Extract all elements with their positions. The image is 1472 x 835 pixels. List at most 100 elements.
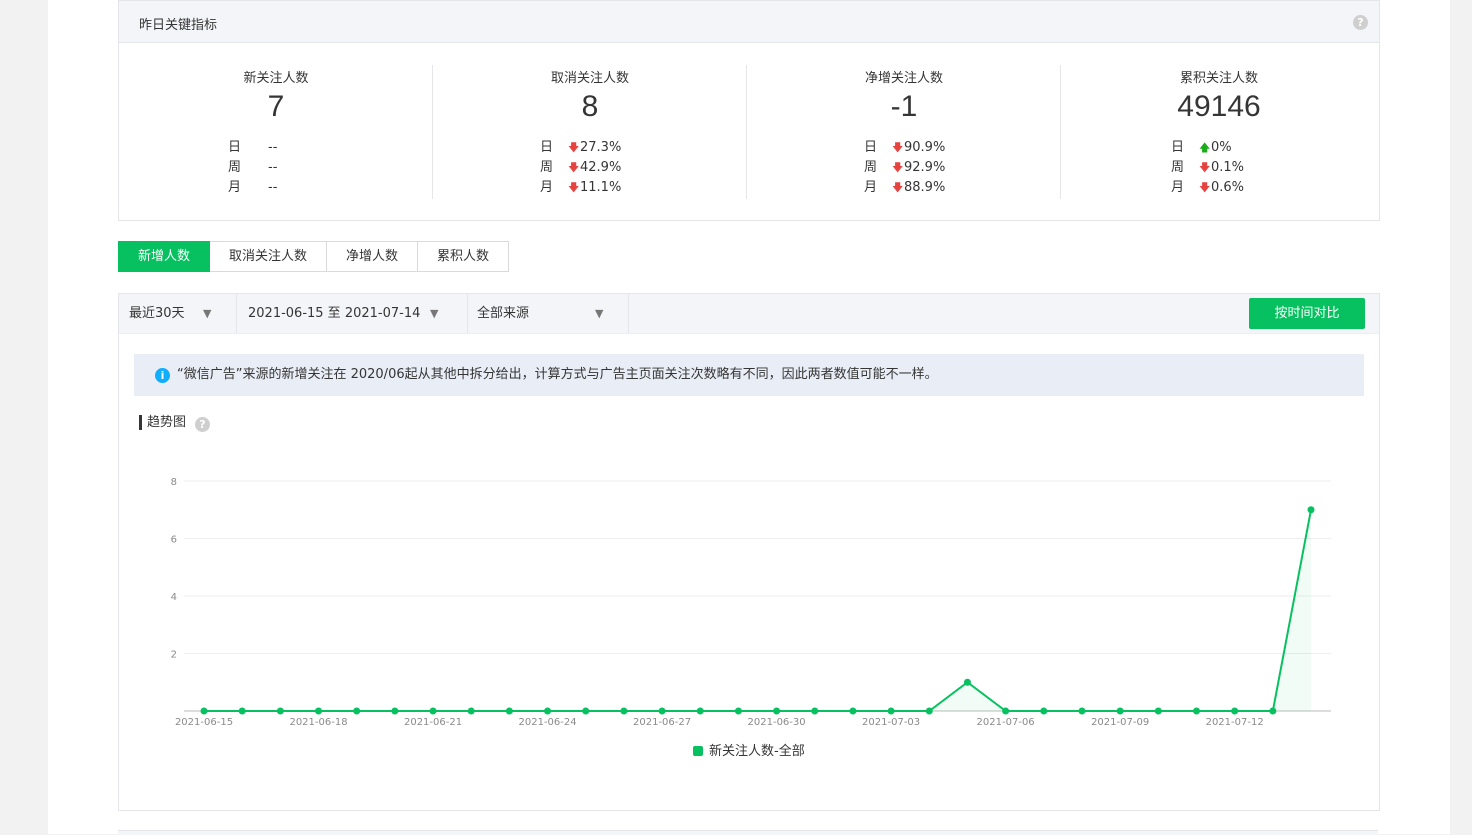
chart-panel: 最近30天 ▼ 2021-06-15 至 2021-07-14 ▼ 全部来源 ▼…: [118, 293, 1380, 811]
key-metrics-title: 昨日关键指标: [139, 18, 218, 33]
data-point: [658, 707, 666, 715]
legend-swatch: [693, 746, 703, 756]
kpi-label: 取消关注人数: [550, 71, 629, 86]
data-point: [315, 707, 323, 715]
data-point: [1154, 707, 1162, 715]
change-value: 11.1%: [580, 180, 622, 195]
kpi-change-row: 月 🡇11.1%: [540, 178, 621, 198]
key-metrics-panel: 昨日关键指标 ? 新关注人数 7 日 -- 周 -- 月 -- 取消关注人数 8 日 🡇27.3% 周 🡇…: [118, 0, 1380, 221]
kpi-change-list: 日 🡇27.3% 周 🡇42.9% 月 🡇11.1%: [540, 138, 621, 198]
period-label: 周: [228, 160, 242, 175]
period-label: 日: [228, 140, 242, 155]
data-point: [1002, 707, 1010, 715]
compare-by-time-button[interactable]: 按时间对比: [1249, 298, 1365, 329]
date-range-value: 2021-06-15 至 2021-07-14: [248, 306, 421, 321]
help-icon[interactable]: ?: [1353, 15, 1368, 30]
data-point: [467, 707, 475, 715]
source-select[interactable]: 全部来源 ▼: [467, 294, 629, 333]
main-panel: 昨日关键指标 ? 新关注人数 7 日 -- 周 -- 月 -- 取消关注人数 8 日 🡇27.3% 周 🡇…: [48, 0, 1450, 835]
filter-bar: 最近30天 ▼ 2021-06-15 至 2021-07-14 ▼ 全部来源 ▼…: [119, 294, 1379, 334]
kpi-label: 净增关注人数: [864, 71, 943, 86]
tab-2[interactable]: 取消关注人数: [210, 241, 328, 272]
x-tick-label: 2021-07-06: [977, 717, 1035, 728]
arrow-down-icon: 🡇: [568, 141, 580, 154]
notice-banner: i “微信广告”来源的新增关注在 2020/06起从其他中拆分给出，计算方式与广…: [134, 354, 1364, 396]
kpi-change-list: 日 🡇90.9% 周 🡇92.9% 月 🡇88.9%: [864, 138, 945, 198]
tab-4[interactable]: 累积人数: [418, 241, 510, 272]
help-icon[interactable]: ?: [195, 417, 210, 432]
tab-1[interactable]: 新增人数: [118, 241, 211, 272]
arrow-down-icon: 🡇: [892, 141, 904, 154]
series-area: [204, 509, 1311, 711]
next-panel-edge: [118, 830, 1378, 835]
y-tick-label: 2: [171, 650, 177, 661]
change-value: --: [268, 140, 278, 155]
change-value: --: [268, 180, 278, 195]
data-point: [1116, 707, 1124, 715]
kpi-change-row: 周 🡇0.1%: [1171, 158, 1244, 178]
kpi-value: 49146: [1177, 90, 1261, 123]
trend-chart: 2 4 6 8 2021-06-15 2021-06-18 2021-06-21 2021-0…: [171, 477, 1331, 728]
key-metrics-header: 昨日关键指标 ?: [119, 1, 1379, 43]
data-point: [1269, 707, 1277, 715]
date-range-picker[interactable]: 2021-06-15 至 2021-07-14 ▼: [236, 294, 468, 333]
period-label: 月: [864, 180, 878, 195]
data-point: [200, 707, 208, 715]
change-value: --: [268, 160, 278, 175]
change-value: 90.9%: [904, 140, 946, 155]
kpi-change-row: 周 --: [228, 158, 277, 178]
x-tick-label: 2021-07-09: [1091, 717, 1149, 728]
kpi-change-row: 月 🡇0.6%: [1171, 178, 1244, 198]
kpi-change-row: 日 🡇27.3%: [540, 138, 621, 158]
period-label: 日: [1171, 140, 1185, 155]
data-point: [1307, 506, 1315, 514]
kpi-card: 新关注人数 7 日 -- 周 -- 月 --: [119, 43, 433, 219]
chevron-down-icon: ▼: [595, 307, 604, 320]
kpi-change-row: 日 🡅0%: [1171, 138, 1244, 158]
x-tick-label: 2021-06-24: [518, 717, 576, 728]
period-label: 周: [1171, 160, 1185, 175]
x-tick-label: 2021-06-27: [633, 717, 691, 728]
period-label: 日: [864, 140, 878, 155]
metric-tabs: 新增人数 取消关注人数 净增人数 累积人数: [118, 241, 510, 272]
y-tick-label: 4: [171, 592, 177, 603]
tab-3[interactable]: 净增人数: [327, 241, 419, 272]
kpi-change-list: 日 🡅0% 周 🡇0.1% 月 🡇0.6%: [1171, 138, 1244, 198]
trend-title: 趋势图: [139, 415, 186, 430]
y-tick-label: 6: [171, 535, 177, 546]
kpi-change-row: 周 🡇92.9%: [864, 158, 945, 178]
kpi-change-row: 日 🡇90.9%: [864, 138, 945, 158]
data-point: [696, 707, 704, 715]
arrow-up-icon: 🡅: [1199, 141, 1211, 154]
kpi-card: 累积关注人数 49146 日 🡅0% 周 🡇0.1% 月 🡇0.6%: [1062, 43, 1376, 219]
kpi-card: 取消关注人数 8 日 🡇27.3% 周 🡇42.9% 月 🡇11.1%: [433, 43, 747, 219]
data-point: [544, 707, 552, 715]
series-line: [204, 509, 1312, 712]
kpi-change-row: 周 🡇42.9%: [540, 158, 621, 178]
data-point: [887, 707, 895, 715]
data-point: [1231, 707, 1239, 715]
change-value: 0.1%: [1211, 160, 1245, 175]
kpi-label: 新关注人数: [243, 71, 309, 86]
legend-label: 新关注人数-全部: [709, 744, 805, 759]
change-value: 27.3%: [580, 140, 622, 155]
period-label: 周: [540, 160, 554, 175]
chart-legend[interactable]: 新关注人数-全部: [693, 740, 805, 759]
data-point: [238, 707, 246, 715]
data-point: [734, 707, 742, 715]
change-value: 42.9%: [580, 160, 622, 175]
source-select-value: 全部来源: [477, 306, 530, 321]
change-value: 0%: [1211, 140, 1232, 155]
arrow-down-icon: 🡇: [568, 161, 580, 174]
data-point: [620, 707, 628, 715]
kpi-label: 累积关注人数: [1179, 71, 1258, 86]
x-tick-label: 2021-07-12: [1206, 717, 1264, 728]
range-select[interactable]: 最近30天 ▼: [119, 294, 237, 333]
arrow-down-icon: 🡇: [1199, 181, 1211, 194]
kpi-change-list: 日 -- 周 -- 月 --: [228, 138, 277, 198]
arrow-down-icon: 🡇: [1199, 161, 1211, 174]
data-point: [849, 707, 857, 715]
data-point: [925, 707, 933, 715]
period-label: 周: [864, 160, 878, 175]
chevron-down-icon: ▼: [203, 307, 212, 320]
